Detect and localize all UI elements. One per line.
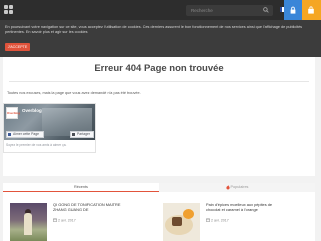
shopping-bag-icon — [308, 6, 314, 14]
cookie-text: En poursuivant votre navigation sur ce s… — [5, 25, 303, 34]
flame-icon — [225, 184, 230, 190]
facebook-cover-image[interactable]: Overblog Overblog Aimer cette Page Parta… — [4, 104, 95, 140]
facebook-page-name[interactable]: Overblog — [22, 108, 42, 113]
calendar-icon — [53, 218, 57, 222]
post-date: 2 avr. 2017 — [206, 218, 229, 223]
page-title: Erreur 404 Page non trouvée — [94, 63, 224, 74]
top-bar: Recherche — [0, 0, 321, 20]
search-placeholder: Recherche — [191, 8, 213, 13]
tab-populaires[interactable]: Populaires — [159, 183, 315, 192]
share-button-label: Partager — [77, 132, 91, 136]
post-date-text: 2 avr. 2017 — [58, 218, 76, 223]
tab-populaires-label: Populaires — [230, 185, 249, 189]
facebook-page-thumbnail[interactable]: Overblog — [6, 107, 20, 119]
divider — [9, 81, 309, 82]
error-message: Toutes nos excuses, mais la page que vou… — [7, 91, 141, 95]
facebook-icon — [8, 133, 11, 136]
facebook-widget-footer: Soyez le premier de vos amis à aimer ça. — [6, 143, 67, 147]
post-thumbnail[interactable] — [163, 203, 200, 241]
post-date: 2 avr. 2017 — [53, 218, 76, 223]
like-button-label: Aimer cette Page — [13, 132, 40, 136]
search-icon[interactable] — [263, 7, 269, 13]
articles-tabs: Récents Populaires QI GONG DE TONIFICATI… — [3, 183, 315, 241]
search-input[interactable]: Recherche — [186, 5, 273, 16]
cookie-banner: En poursuivant votre navigation sur ce s… — [0, 20, 321, 57]
calendar-icon — [206, 218, 210, 222]
share-icon — [72, 133, 75, 136]
post-title[interactable]: QI GONG DE TONIFICATION MAITRE ZHANG GUA… — [53, 202, 123, 212]
post-date-text: 2 avr. 2017 — [211, 218, 229, 223]
list-item[interactable]: QI GONG DE TONIFICATION MAITRE ZHANG GUA… — [10, 202, 160, 241]
post-thumbnail[interactable] — [10, 203, 47, 241]
facebook-page-widget[interactable]: Overblog Overblog Aimer cette Page Parta… — [3, 103, 96, 153]
main-content: Erreur 404 Page non trouvée Toutes nos e… — [3, 57, 315, 176]
tab-recents[interactable]: Récents — [3, 183, 159, 192]
facebook-like-button[interactable]: Aimer cette Page — [6, 131, 44, 138]
lock-icon — [290, 6, 296, 14]
cart-button[interactable] — [302, 0, 321, 20]
user-button[interactable] — [284, 0, 302, 20]
accept-cookies-button[interactable]: J'ACCEPTE — [5, 43, 30, 51]
post-title[interactable]: Pain d'épices moelleux aux pépites de ch… — [206, 202, 276, 212]
facebook-share-button[interactable]: Partager — [70, 131, 94, 138]
logo-icon[interactable] — [4, 5, 18, 15]
list-item[interactable]: Pain d'épices moelleux aux pépites de ch… — [163, 202, 313, 241]
